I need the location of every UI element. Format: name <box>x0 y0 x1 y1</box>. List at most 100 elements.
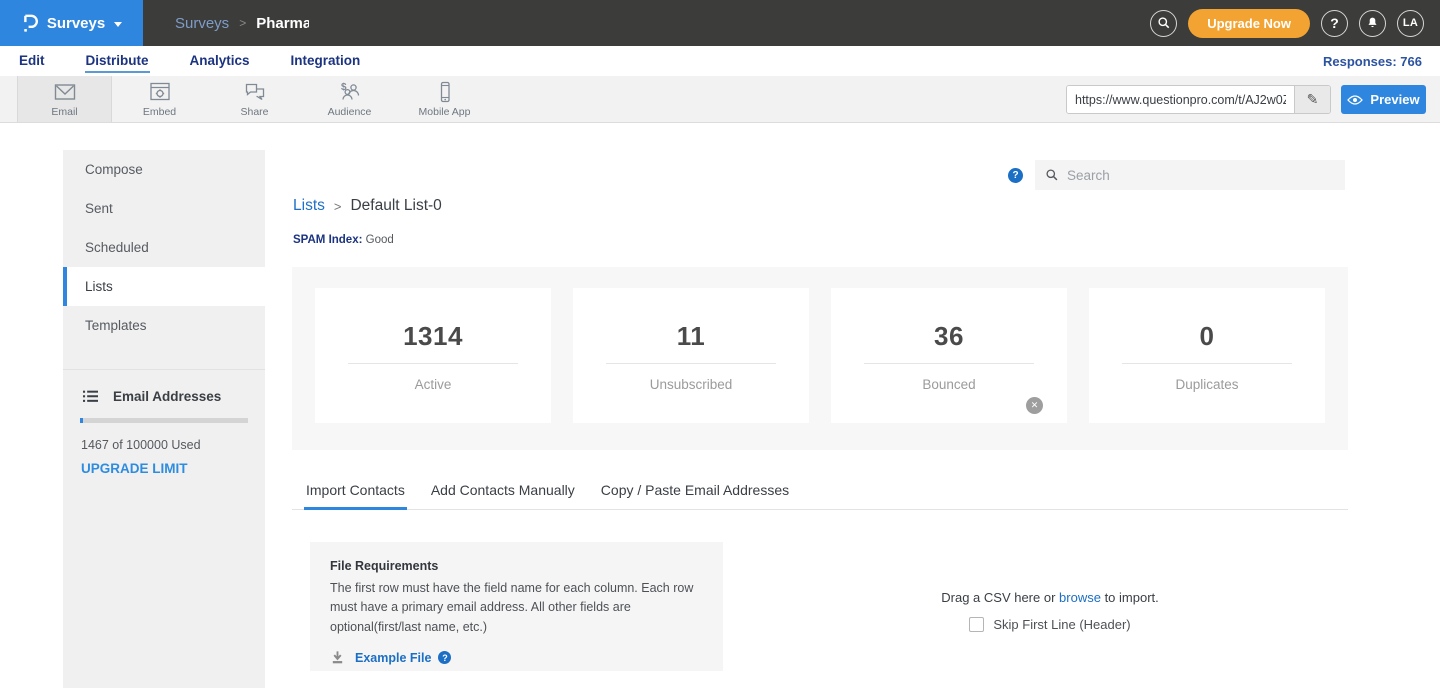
edit-url-button[interactable]: ✎ <box>1294 86 1330 113</box>
page: Surveys Surveys > Pharma Upgrade Now ? <box>0 0 1440 688</box>
tab-import-contacts[interactable]: Import Contacts <box>304 476 407 510</box>
help-button[interactable]: ? <box>1321 10 1348 37</box>
example-file-help-icon[interactable]: ? <box>438 651 451 664</box>
header-actions: Upgrade Now ? LA <box>1150 9 1440 38</box>
survey-url-group: ✎ <box>1066 85 1331 114</box>
stat-card-active[interactable]: 1314 Active <box>315 288 551 423</box>
download-icon <box>330 650 345 665</box>
skip-first-line-row: Skip First Line (Header) <box>885 617 1215 632</box>
stat-card-unsubscribed[interactable]: 11 Unsubscribed <box>573 288 809 423</box>
main-content: ? Lists > Default List-0 SPAM Index: Goo… <box>265 140 1377 688</box>
divider <box>864 363 1034 364</box>
avatar[interactable]: LA <box>1397 10 1424 37</box>
toolbar-item-audience[interactable]: $ Audience <box>302 76 397 122</box>
app-switcher-menu[interactable]: Surveys <box>0 0 143 46</box>
bell-icon <box>1366 16 1379 30</box>
mobile-app-icon <box>433 81 457 103</box>
spam-index: SPAM Index: Good <box>293 234 394 246</box>
breadcrumb: Surveys > Pharma <box>175 15 309 32</box>
toolbar-item-label: Mobile App <box>419 106 471 118</box>
search-icon <box>1157 16 1171 30</box>
toolbar-item-label: Audience <box>328 106 372 118</box>
divider <box>606 363 776 364</box>
upgrade-limit-link[interactable]: UPGRADE LIMIT <box>63 452 206 476</box>
app-menu-label: Surveys <box>47 15 105 32</box>
breadcrumb-lists-link[interactable]: Lists <box>293 197 325 215</box>
preview-label: Preview <box>1370 92 1419 107</box>
clear-bounced-icon[interactable]: ✕ <box>1026 397 1043 414</box>
sidebar-item-lists[interactable]: Lists <box>63 267 265 306</box>
browse-link[interactable]: browse <box>1059 590 1101 605</box>
toolbar-item-label: Email <box>51 106 77 118</box>
skip-first-line-label: Skip First Line (Header) <box>993 617 1130 632</box>
eye-icon <box>1347 95 1363 105</box>
toolbar-item-label: Share <box>240 106 268 118</box>
dropzone-text: Drag a CSV here or browse to import. <box>885 590 1215 605</box>
tab-edit[interactable]: Edit <box>18 49 46 73</box>
file-requirements-box: File Requirements The first row must hav… <box>310 542 723 671</box>
sidebar-item-scheduled[interactable]: Scheduled <box>63 228 265 267</box>
stat-value: 11 <box>677 321 706 352</box>
file-requirements-title: File Requirements <box>330 559 703 573</box>
breadcrumb-surveys-link[interactable]: Surveys <box>175 15 229 32</box>
survey-url-input[interactable] <box>1067 86 1294 113</box>
skip-first-line-checkbox[interactable] <box>969 617 984 632</box>
divider <box>348 363 518 364</box>
stat-card-bounced[interactable]: 36 Bounced ✕ <box>831 288 1067 423</box>
file-requirements-body: The first row must have the field name f… <box>330 579 695 637</box>
notifications-button[interactable] <box>1359 10 1386 37</box>
global-search-button[interactable] <box>1150 10 1177 37</box>
example-file-row: Example File ? <box>330 650 703 665</box>
sidebar-item-compose[interactable]: Compose <box>63 150 265 189</box>
email-sidebar: Compose Sent Scheduled Lists Templates E… <box>63 150 265 688</box>
upgrade-now-button[interactable]: Upgrade Now <box>1188 9 1310 38</box>
spam-index-value: Good <box>366 234 394 246</box>
preview-button[interactable]: Preview <box>1341 85 1426 114</box>
search-icon <box>1045 168 1059 182</box>
toolbar-item-embed[interactable]: Embed <box>112 76 207 122</box>
list-stats-panel: 1314 Active 11 Unsubscribed 36 Bounced ✕… <box>292 267 1348 450</box>
dropzone-text-after: to import. <box>1101 590 1159 605</box>
tab-integration[interactable]: Integration <box>290 49 362 73</box>
tab-add-contacts-manually[interactable]: Add Contacts Manually <box>429 476 577 510</box>
breadcrumb-current-list: Default List-0 <box>350 197 441 215</box>
usage-progress-fill <box>80 418 83 423</box>
example-file-link[interactable]: Example File <box>355 651 431 665</box>
toolbar-item-mobile-app[interactable]: Mobile App <box>397 76 492 122</box>
stat-label: Active <box>415 377 452 392</box>
breadcrumb-current-survey[interactable]: Pharma <box>256 15 309 32</box>
toolbar-item-label: Embed <box>143 106 176 118</box>
breadcrumb-separator: > <box>334 199 342 214</box>
survey-nav: Edit Distribute Analytics Integration Re… <box>0 46 1440 76</box>
top-header: Surveys Surveys > Pharma Upgrade Now ? <box>0 0 1440 46</box>
toolbar-item-email[interactable]: Email <box>17 76 112 122</box>
contacts-tabs: Import Contacts Add Contacts Manually Co… <box>292 476 1348 510</box>
stat-label: Unsubscribed <box>650 377 733 392</box>
audience-icon: $ <box>337 81 363 103</box>
tab-analytics[interactable]: Analytics <box>189 49 251 73</box>
questionpro-logo-icon <box>21 12 38 34</box>
distribute-toolbar: Email Embed Share <box>0 76 1440 123</box>
csv-dropzone[interactable]: Drag a CSV here or browse to import. Ski… <box>885 590 1215 632</box>
tab-distribute[interactable]: Distribute <box>85 49 150 73</box>
sidebar-item-templates[interactable]: Templates <box>63 306 265 345</box>
sidebar-item-sent[interactable]: Sent <box>63 189 265 228</box>
tab-copy-paste-email-addresses[interactable]: Copy / Paste Email Addresses <box>599 476 791 510</box>
dropzone-text-before: Drag a CSV here or <box>941 590 1059 605</box>
list-icon <box>81 389 100 404</box>
stat-card-duplicates[interactable]: 0 Duplicates <box>1089 288 1325 423</box>
spam-index-label: SPAM Index: <box>293 234 362 246</box>
email-addresses-header: Email Addresses <box>63 379 265 418</box>
email-addresses-title: Email Addresses <box>113 389 221 404</box>
search-input[interactable] <box>1067 168 1335 183</box>
stat-label: Duplicates <box>1175 377 1238 392</box>
email-icon <box>53 81 77 103</box>
divider <box>1122 363 1292 364</box>
toolbar-item-share[interactable]: Share <box>207 76 302 122</box>
contacts-search-box <box>1035 160 1345 190</box>
embed-icon <box>148 81 172 103</box>
list-help-icon[interactable]: ? <box>1008 168 1023 183</box>
responses-count[interactable]: Responses: 766 <box>1323 54 1422 69</box>
stat-label: Bounced <box>922 377 975 392</box>
breadcrumb-separator: > <box>239 16 246 30</box>
